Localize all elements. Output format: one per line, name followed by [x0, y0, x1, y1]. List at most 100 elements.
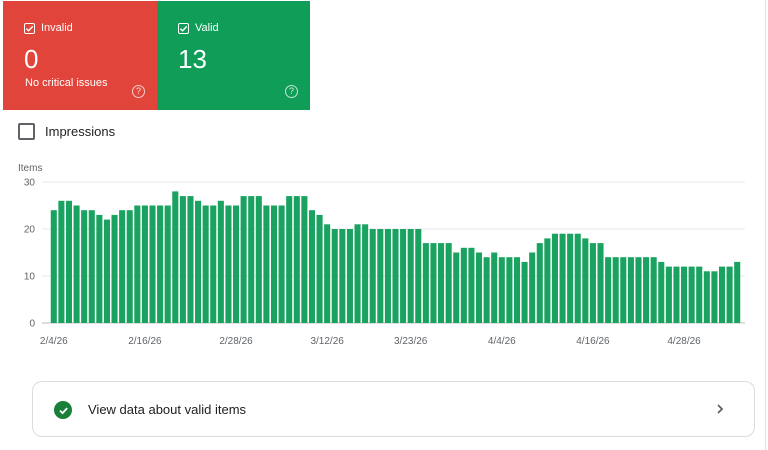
chart-bar[interactable]: [453, 252, 460, 324]
chart-bar[interactable]: [718, 266, 726, 323]
chart-bar[interactable]: [73, 205, 80, 324]
chart-bar[interactable]: [734, 261, 741, 323]
chart-bar[interactable]: [202, 205, 209, 324]
chart-bar[interactable]: [248, 196, 255, 323]
chart-bar[interactable]: [703, 271, 710, 323]
chart-bar[interactable]: [233, 205, 240, 324]
chart-bar[interactable]: [475, 252, 483, 324]
chart-bar[interactable]: [103, 219, 110, 323]
chart-bar[interactable]: [643, 257, 650, 323]
chart-bar[interactable]: [324, 224, 331, 323]
help-icon[interactable]: ?: [285, 85, 298, 98]
chart-bar[interactable]: [650, 257, 657, 323]
valid-status-card[interactable]: Valid 13 ?: [157, 1, 310, 110]
chart-bar[interactable]: [559, 233, 566, 323]
chart-bar[interactable]: [362, 224, 369, 323]
chart-bar[interactable]: [316, 214, 323, 323]
impressions-checkbox[interactable]: [18, 123, 35, 140]
chart-bar[interactable]: [331, 229, 338, 323]
chart-bar[interactable]: [551, 233, 558, 323]
chart-bar[interactable]: [384, 229, 391, 323]
chart-bar[interactable]: [612, 257, 619, 323]
chart-bar[interactable]: [582, 238, 589, 323]
chart-bar[interactable]: [468, 247, 475, 323]
chart-bar[interactable]: [58, 200, 65, 323]
chart-bar[interactable]: [726, 266, 733, 323]
chart-bar[interactable]: [164, 205, 171, 324]
chart-bar[interactable]: [438, 243, 445, 323]
chart-bar[interactable]: [377, 229, 384, 323]
chart-bar[interactable]: [498, 257, 505, 323]
chart-bar[interactable]: [119, 210, 126, 323]
chart-bar[interactable]: [567, 233, 574, 323]
chart-bar[interactable]: [346, 229, 353, 323]
chart-bar[interactable]: [81, 210, 88, 323]
chart-bar[interactable]: [240, 196, 247, 323]
chart-bar[interactable]: [195, 200, 202, 323]
chart-bar[interactable]: [157, 205, 164, 324]
chart-bar[interactable]: [422, 243, 429, 323]
chart-bar[interactable]: [529, 252, 536, 324]
chart-bar[interactable]: [65, 200, 73, 323]
chart-bar[interactable]: [50, 210, 57, 323]
chart-bar[interactable]: [339, 229, 346, 323]
chart-bar[interactable]: [445, 243, 452, 323]
chart-bar[interactable]: [627, 257, 634, 323]
chart-bar[interactable]: [263, 205, 270, 324]
chart-bar[interactable]: [658, 261, 665, 323]
chart-bar[interactable]: [696, 266, 703, 323]
chart-bar[interactable]: [354, 224, 361, 323]
chart-bar[interactable]: [286, 196, 293, 323]
chart-bar[interactable]: [187, 196, 194, 323]
chart-bar[interactable]: [179, 196, 186, 323]
chart-bar[interactable]: [407, 229, 414, 323]
chart-bar[interactable]: [126, 210, 133, 323]
chart-bar[interactable]: [605, 257, 612, 323]
chart-bar[interactable]: [96, 214, 103, 323]
impressions-toggle[interactable]: Impressions: [18, 123, 115, 140]
chart-bar[interactable]: [301, 196, 308, 323]
chevron-right-icon[interactable]: [713, 402, 727, 416]
chart-bar[interactable]: [293, 196, 300, 323]
help-icon[interactable]: ?: [132, 85, 145, 98]
chart-bar[interactable]: [134, 205, 141, 324]
chart-bar[interactable]: [88, 210, 95, 323]
chart-bar[interactable]: [536, 243, 543, 323]
chart-bar[interactable]: [278, 205, 285, 324]
view-valid-items-card[interactable]: View data about valid items: [32, 381, 755, 437]
chart-bar[interactable]: [217, 200, 224, 323]
chart-bar[interactable]: [597, 243, 604, 323]
chart-bar[interactable]: [111, 214, 118, 323]
chart-bar[interactable]: [574, 233, 581, 323]
chart-bar[interactable]: [673, 266, 680, 323]
chart-bar[interactable]: [172, 191, 179, 323]
chart-bar[interactable]: [225, 205, 232, 324]
chart-bar[interactable]: [681, 266, 688, 323]
chart-bar[interactable]: [392, 229, 399, 323]
chart-bar[interactable]: [589, 243, 596, 323]
chart-bar[interactable]: [255, 196, 262, 323]
chart-bar[interactable]: [491, 252, 498, 324]
chart-bar[interactable]: [270, 205, 278, 324]
chart-bar[interactable]: [711, 271, 718, 323]
chart-bar[interactable]: [513, 257, 521, 323]
chart-bar[interactable]: [210, 205, 217, 324]
chart-bar[interactable]: [544, 238, 551, 323]
chart-bar[interactable]: [521, 261, 528, 323]
chart-bar[interactable]: [369, 229, 376, 323]
chart-bar[interactable]: [308, 210, 316, 323]
chart-bar[interactable]: [483, 257, 490, 323]
chart-bar[interactable]: [141, 205, 148, 324]
chart-bar[interactable]: [506, 257, 513, 323]
chart-bar[interactable]: [635, 257, 642, 323]
chart-bar[interactable]: [460, 247, 467, 323]
chart-bar[interactable]: [430, 243, 437, 323]
chart-bar[interactable]: [415, 229, 422, 323]
chart-bar[interactable]: [400, 229, 407, 323]
chart-bar[interactable]: [149, 205, 156, 324]
chart-bar[interactable]: [688, 266, 695, 323]
chart-bar[interactable]: [620, 257, 627, 323]
checkbox-checked-icon[interactable]: [178, 22, 189, 34]
chart-bar[interactable]: [665, 266, 672, 323]
checkbox-checked-icon[interactable]: [24, 22, 35, 34]
